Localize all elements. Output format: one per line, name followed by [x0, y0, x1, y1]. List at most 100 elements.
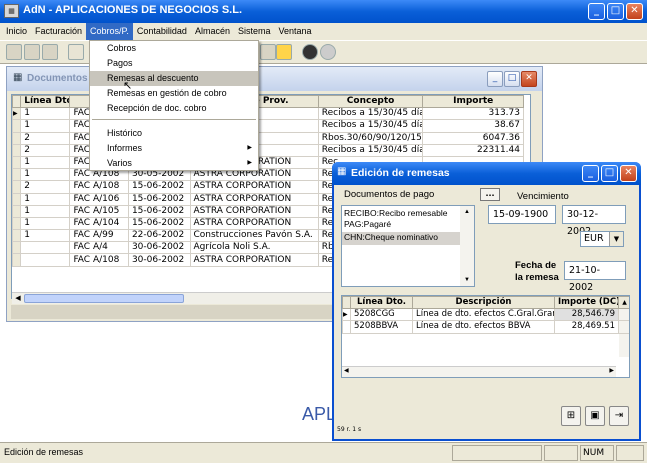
submenu-arrow-icon: ▶	[247, 145, 252, 151]
empty-cell	[618, 333, 629, 346]
status-panel-1	[452, 445, 542, 461]
row-indicator	[12, 253, 22, 267]
doc-maximize-button[interactable]: □	[504, 71, 520, 87]
menu-1[interactable]: Facturación	[31, 23, 86, 40]
doc-type-item-1[interactable]: PAG:Pagaré	[342, 219, 474, 232]
minimize-button[interactable]: _	[588, 3, 605, 20]
menu-6[interactable]: Ventana	[274, 23, 315, 40]
remesas-title: Edición de remesas	[351, 167, 450, 179]
maximize-button[interactable]: □	[607, 3, 624, 20]
close-button[interactable]: ✕	[626, 3, 643, 20]
new-remesa-button[interactable]: ⊞	[561, 406, 581, 426]
table-cell: 2	[20, 180, 71, 194]
mouse-cursor-icon: ↖	[123, 80, 133, 92]
fecha-remesa-field[interactable]: 21-10-2002	[564, 261, 626, 293]
dropdown-item-1[interactable]: Pagos	[90, 56, 258, 71]
doc-col-header-0[interactable]: Línea Dto.	[20, 95, 71, 109]
note-icon[interactable]	[276, 44, 292, 60]
doc-minimize-button[interactable]: _	[487, 71, 503, 87]
remesas-col-header-0[interactable]: Línea Dto.	[350, 296, 413, 310]
table-cell: FAC A/108	[69, 180, 129, 194]
doc-col-header-4[interactable]: Concepto	[317, 95, 424, 109]
hscroll-left-arrow[interactable]: ◀	[12, 293, 24, 304]
table-cell: 38.67	[422, 119, 524, 133]
row-indicator: ▶	[342, 308, 351, 322]
table-cell: ASTRA CORPORATION	[189, 216, 319, 231]
dropdown-item-4[interactable]: Recepción de doc. cobro	[90, 101, 258, 116]
dropdown-item-5[interactable]: Histórico	[90, 126, 258, 141]
remesas-maximize-button[interactable]: □	[601, 165, 618, 182]
list-vscrollbar[interactable]: ▲ ▼	[460, 206, 474, 286]
doc-col-header-5[interactable]: Importe	[422, 95, 524, 109]
menu-5[interactable]: Sistema	[234, 23, 275, 40]
dropdown-item-0[interactable]: Cobros	[90, 41, 258, 56]
vencimiento-to-field[interactable]: 30-12-2002	[562, 205, 626, 237]
remesas-footer-text: 59 r. 1 s	[337, 426, 362, 433]
exit-button[interactable]: ⇥	[609, 406, 629, 426]
remesas-hscrollbar[interactable]: ◀ ▶	[342, 366, 616, 377]
dropdown-item-3[interactable]: Remesas en gestión de cobro	[90, 86, 258, 101]
empty-cell	[343, 345, 351, 357]
dropdown-item-7[interactable]: Varios ▶	[90, 156, 258, 171]
remesas-scroll-left-arrow[interactable]: ◀	[344, 367, 349, 374]
row-indicator	[12, 229, 22, 243]
table-cell[interactable]: 28,469.51	[554, 320, 619, 334]
scroll-track[interactable]	[618, 320, 629, 334]
tools-icon[interactable]	[260, 44, 276, 60]
list-scroll-down-arrow[interactable]: ▼	[460, 274, 474, 286]
copy-icon[interactable]	[68, 44, 84, 60]
remesas-minimize-button[interactable]: _	[582, 165, 599, 182]
menu-2[interactable]: Cobros/P.	[86, 23, 133, 40]
fecha-remesa-label-2: la remesa	[515, 272, 559, 283]
list-scroll-up-arrow[interactable]: ▲	[460, 206, 474, 218]
dropdown-item-label: Cobros	[107, 43, 137, 53]
record-icon[interactable]	[302, 44, 318, 60]
scroll-up-icon[interactable]: ▲	[618, 296, 629, 310]
table-cell: 313.73	[422, 107, 524, 121]
remesas-close-button[interactable]: ✕	[620, 165, 637, 182]
preview-icon[interactable]	[24, 44, 40, 60]
table-cell: 1	[20, 168, 71, 182]
doc-type-item-2[interactable]: CHN:Cheque nominativo	[342, 232, 474, 245]
table-row[interactable]: 5208BBVA Línea de dto. efectos BBVA 28,469…	[342, 320, 629, 334]
table-cell: 1	[20, 107, 71, 121]
currency-select[interactable]: EUR ▼	[580, 231, 624, 247]
documentos-title: Documentos	[27, 73, 88, 84]
documentos-pago-list[interactable]: RECIBO:Recibo remesable PAG:Pagaré CHN:C…	[341, 205, 475, 287]
menu-3[interactable]: Contabilidad	[133, 23, 191, 40]
hscroll-thumb[interactable]	[24, 294, 184, 303]
table-cell: 22311.44	[422, 143, 524, 157]
vencimiento-from-field[interactable]: 15-09-1900	[488, 205, 556, 224]
table-cell: 15-06-2002	[127, 192, 191, 206]
empty-row	[343, 345, 629, 358]
table-cell: 30-06-2002	[127, 241, 191, 255]
doc-type-item-0[interactable]: RECIBO:Recibo remesable	[342, 206, 474, 219]
table-row[interactable]: ▶ 5208CGG Línea de dto. efectos C.Gral.Gra…	[342, 308, 629, 322]
table-cell: 15-06-2002	[127, 180, 191, 194]
row-indicator-header	[12, 95, 22, 109]
chevron-down-icon[interactable]: ▼	[609, 232, 623, 246]
scroll-track[interactable]	[618, 308, 629, 322]
table-cell: FAC A/106	[69, 192, 129, 206]
menu-4[interactable]: Almacén	[191, 23, 234, 40]
table-cell: 1	[20, 204, 71, 218]
remesas-scroll-right-arrow[interactable]: ▶	[609, 367, 614, 374]
documentos-pago-browse-button[interactable]: ...	[480, 188, 500, 201]
table-cell: Recibos a 15/30/45 días (3/	[317, 107, 424, 121]
print-icon[interactable]	[6, 44, 22, 60]
save-button[interactable]: ▣	[585, 406, 605, 426]
globe-icon[interactable]	[320, 44, 336, 60]
menu-0[interactable]: Inicio	[2, 23, 31, 40]
empty-cell	[413, 345, 555, 357]
dropdown-item-6[interactable]: Informes ▶	[90, 141, 258, 156]
dropdown-item-2[interactable]: Remesas al descuento	[90, 71, 258, 86]
row-indicator	[12, 155, 22, 170]
table-cell: ASTRA CORPORATION	[189, 192, 319, 206]
export-icon[interactable]	[42, 44, 58, 60]
remesas-col-header-2[interactable]: Importe (DC)	[554, 296, 619, 310]
table-cell[interactable]: 28,546.79	[554, 308, 619, 322]
empty-cell	[351, 333, 413, 345]
remesas-col-header-1[interactable]: Descripción	[412, 296, 555, 310]
table-cell: 1	[20, 119, 71, 133]
doc-close-button[interactable]: ✕	[521, 71, 537, 87]
